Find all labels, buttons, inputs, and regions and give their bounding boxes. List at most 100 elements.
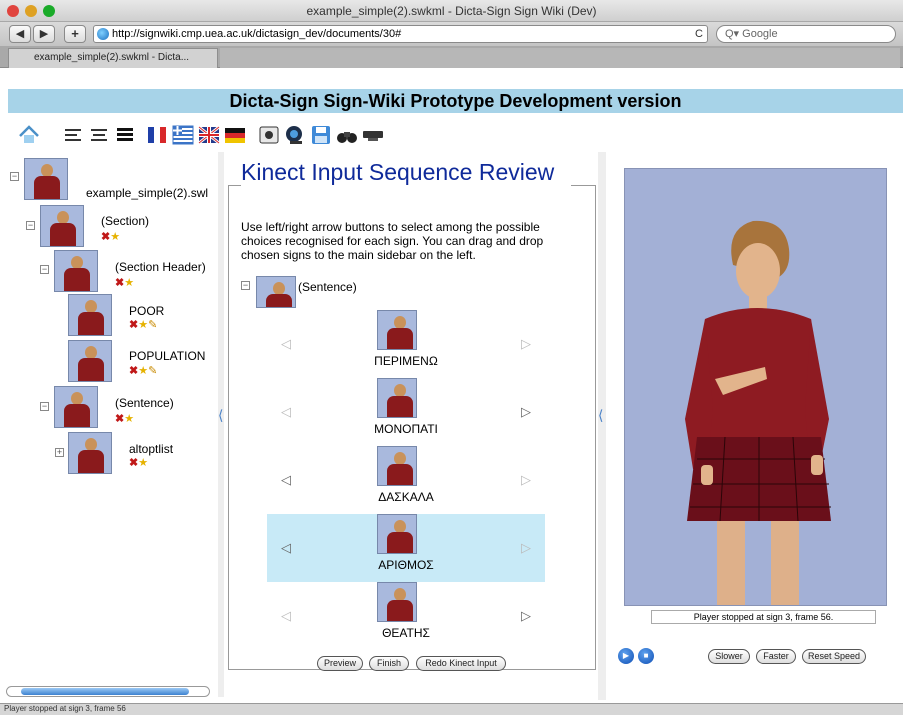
sign-sequence-item[interactable]: ◁ ΔΑΣΚΑΛΑ ▷	[267, 446, 545, 514]
sign-sequence-item[interactable]: ◁ ΠΕΡΙΜΕΝΩ ▷	[267, 310, 545, 378]
delete-icon[interactable]: ✖	[129, 319, 138, 331]
scrollbar-thumb[interactable]	[21, 688, 189, 695]
redo-kinect-button[interactable]: Redo Kinect Input	[416, 656, 506, 671]
previous-choice-arrow-icon[interactable]: ◁	[281, 336, 291, 352]
collapse-toggle[interactable]: −	[10, 172, 19, 181]
node-actions: ✖★✎	[129, 364, 157, 377]
splitter-handle-icon[interactable]: ⟨	[598, 407, 603, 424]
reset-speed-button[interactable]: Reset Speed	[802, 649, 866, 664]
next-choice-arrow-icon[interactable]: ▷	[521, 404, 531, 420]
align-left-icon[interactable]	[62, 124, 84, 146]
instructions-text: Use left/right arrow buttons to select a…	[241, 220, 544, 262]
delete-icon[interactable]: ✖	[115, 413, 124, 425]
kinect-icon[interactable]	[258, 124, 280, 146]
avatar-player-panel: Player stopped at sign 3, frame 56. ▶ ■ …	[606, 152, 903, 700]
delete-icon[interactable]: ✖	[115, 277, 124, 289]
keyboard-icon[interactable]	[362, 124, 384, 146]
delete-icon[interactable]: ✖	[129, 365, 138, 377]
save-icon[interactable]	[310, 124, 332, 146]
star-icon[interactable]: ★	[138, 319, 148, 331]
sign-thumbnail	[377, 582, 417, 622]
tree-label: POOR	[129, 304, 165, 318]
right-splitter[interactable]: ⟨	[598, 152, 606, 700]
flag-uk-icon[interactable]	[198, 124, 220, 146]
previous-choice-arrow-icon[interactable]: ◁	[281, 472, 291, 488]
sign-thumbnail	[68, 294, 112, 336]
next-choice-arrow-icon[interactable]: ▷	[521, 472, 531, 488]
sign-sequence-item[interactable]: ◁ ΑΡΙΘΜΟΣ ▷	[267, 514, 545, 582]
sign-thumbnail	[54, 386, 98, 428]
globe-icon	[97, 28, 109, 40]
splitter-handle-icon[interactable]: ⟨	[218, 407, 223, 424]
finish-button[interactable]: Finish	[369, 656, 409, 671]
delete-icon[interactable]: ✖	[101, 231, 110, 243]
pencil-icon[interactable]: ✎	[148, 319, 157, 331]
align-center-icon[interactable]	[88, 124, 110, 146]
stop-icon[interactable]: ■	[638, 648, 654, 664]
flag-de-icon[interactable]	[224, 124, 246, 146]
browser-tab[interactable]: example_simple(2).swkml - Dicta...	[8, 48, 218, 68]
search-input[interactable]: Q▾ Google	[716, 25, 896, 43]
sign-thumbnail	[68, 340, 112, 382]
sign-sequence-item[interactable]: ◁ ΜΟΝΟΠΑΤΙ ▷	[267, 378, 545, 446]
next-choice-arrow-icon[interactable]: ▷	[521, 608, 531, 624]
url-field[interactable]: http://signwiki.cmp.uea.ac.uk/dictasign_…	[93, 25, 708, 43]
forward-button[interactable]: ▶	[33, 25, 55, 43]
sign-gloss-label: ΑΡΙΘΜΟΣ	[378, 558, 434, 572]
collapse-toggle[interactable]: −	[241, 281, 250, 290]
webcam-icon[interactable]	[284, 124, 306, 146]
star-icon[interactable]: ★	[138, 457, 148, 469]
previous-choice-arrow-icon[interactable]: ◁	[281, 540, 291, 556]
collapse-toggle[interactable]: −	[40, 402, 49, 411]
star-icon[interactable]: ★	[138, 365, 148, 377]
player-status: Player stopped at sign 3, frame 56.	[651, 610, 876, 624]
preview-button[interactable]: Preview	[317, 656, 363, 671]
binoculars-icon[interactable]	[336, 124, 358, 146]
sign-thumbnail	[256, 276, 296, 308]
page-banner: Dicta-Sign Sign-Wiki Prototype Developme…	[8, 89, 903, 113]
sign-gloss-label: ΜΟΝΟΠΑΤΙ	[374, 422, 438, 436]
star-icon[interactable]: ★	[124, 413, 134, 425]
previous-choice-arrow-icon[interactable]: ◁	[281, 404, 291, 420]
avatar-viewport[interactable]	[624, 168, 887, 606]
expand-toggle[interactable]: +	[55, 448, 64, 457]
collapse-toggle[interactable]: −	[26, 221, 35, 230]
horizontal-scrollbar[interactable]	[6, 686, 210, 697]
kinect-review-panel: Kinect Input Sequence Review Use left/ri…	[224, 152, 599, 700]
reload-button[interactable]: C	[695, 26, 703, 42]
faster-button[interactable]: Faster	[756, 649, 796, 664]
back-button[interactable]: ◀	[9, 25, 31, 43]
next-choice-arrow-icon[interactable]: ▷	[521, 540, 531, 556]
sign-gloss-label: ΘΕΑΤΗΣ	[382, 626, 430, 640]
browser-statusbar: Player stopped at sign 3, frame 56	[0, 703, 903, 715]
sign-thumbnail	[377, 310, 417, 350]
url-text: http://signwiki.cmp.uea.ac.uk/dictasign_…	[112, 28, 402, 40]
sign-thumbnail	[40, 205, 84, 247]
flag-gr-icon[interactable]	[172, 124, 194, 146]
slower-button[interactable]: Slower	[708, 649, 750, 664]
navigation-bar: ◀ ▶ + http://signwiki.cmp.uea.ac.uk/dict…	[0, 22, 903, 46]
sign-thumbnail	[377, 378, 417, 418]
play-icon[interactable]: ▶	[618, 648, 634, 664]
previous-choice-arrow-icon[interactable]: ◁	[281, 608, 291, 624]
sign-thumbnail	[68, 432, 112, 474]
sign-gloss-label: ΔΑΣΚΑΛΑ	[378, 490, 434, 504]
pencil-icon[interactable]: ✎	[148, 365, 157, 377]
flag-fr-icon[interactable]	[146, 124, 168, 146]
tab-bar-empty	[220, 48, 900, 68]
sign-sequence-item[interactable]: ◁ ΘΕΑΤΗΣ ▷	[267, 582, 545, 650]
next-choice-arrow-icon[interactable]: ▷	[521, 336, 531, 352]
delete-icon[interactable]: ✖	[129, 457, 138, 469]
review-sentence-label: (Sentence)	[298, 280, 357, 294]
sign-thumbnail	[24, 158, 68, 200]
tree-label: (Sentence)	[115, 396, 174, 410]
star-icon[interactable]: ★	[110, 231, 120, 243]
signing-avatar-image	[685, 220, 831, 605]
collapse-toggle[interactable]: −	[40, 265, 49, 274]
add-bookmark-button[interactable]: +	[64, 25, 86, 43]
node-actions: ✖★	[115, 412, 134, 425]
review-buttons: Preview Finish Redo Kinect Input	[224, 656, 599, 672]
align-justify-icon[interactable]	[114, 124, 136, 146]
star-icon[interactable]: ★	[124, 277, 134, 289]
home-icon[interactable]	[18, 124, 40, 146]
